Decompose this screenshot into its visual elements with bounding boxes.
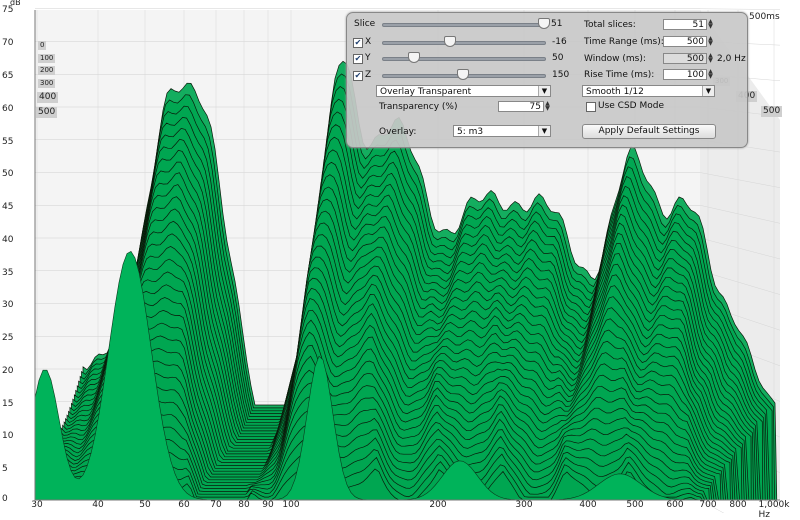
rise-time-label: Rise Time (ms): (584, 70, 655, 80)
y-tick: 30 (2, 300, 14, 310)
time-range-spinner[interactable]: ▲ ▼ (707, 36, 714, 47)
x-label: X (365, 37, 372, 47)
rise-time-spinner[interactable]: ▲ ▼ (707, 69, 714, 80)
z-label: Z (365, 70, 372, 80)
time-label: 200 (38, 66, 56, 75)
x-tick: 400 (579, 500, 597, 510)
window-spinner[interactable]: ▲ ▼ (707, 53, 714, 64)
slice-label: Slice (354, 19, 376, 29)
y-value: 50 (552, 53, 564, 63)
x-tick: 50 (139, 500, 151, 510)
slice-value: 51 (551, 19, 563, 29)
y-tick: 70 (2, 38, 14, 48)
y-tick: 45 (2, 202, 14, 212)
x-tick: 800 (729, 500, 747, 510)
y-label: Y (365, 53, 371, 63)
y-tick: 5 (2, 464, 8, 474)
waterfall-controls-panel: Slice 51 ✔ X -16 ✔ Y 50 ✔ Z 150 Overlay … (346, 12, 748, 148)
time-label: 500ms (749, 12, 780, 22)
y-tick: 50 (2, 169, 14, 179)
apply-default-settings-button[interactable]: Apply Default Settings (582, 124, 716, 139)
overlay-label: Overlay: (379, 127, 417, 137)
waterfall-view: dB 75 70 65 60 55 50 45 40 35 30 25 20 1… (0, 0, 800, 520)
x-tick: 700 (699, 500, 717, 510)
window-hz-readout: 2,0 Hz (717, 54, 746, 64)
x-slider-thumb[interactable] (444, 36, 456, 47)
y-tick: 40 (2, 235, 14, 245)
y-tick: 25 (2, 333, 14, 343)
y-tick: 15 (2, 399, 14, 409)
y-slider-thumb[interactable] (408, 52, 420, 63)
window-label: Window (ms): (584, 54, 646, 64)
x-tick: 600 (666, 500, 684, 510)
grid-line (699, 8, 781, 10)
rise-time-input[interactable]: 100 (663, 69, 707, 80)
total-slices-input[interactable]: 51 (663, 19, 707, 30)
z-value: 150 (552, 70, 570, 80)
smooth-select[interactable]: Smooth 1/12 ▼ (582, 85, 715, 97)
time-range-label: Time Range (ms): (584, 37, 664, 47)
slice-slider-thumb[interactable] (538, 18, 550, 29)
mode-select[interactable]: Overlay Transparent ▼ (376, 85, 551, 97)
slice-slider-track[interactable] (382, 23, 546, 27)
chevron-down-icon: ▼ (702, 86, 714, 96)
x-tick: 40 (92, 500, 104, 510)
time-label: 100 (38, 54, 56, 63)
total-slices-spinner[interactable]: ▲ ▼ (707, 19, 714, 30)
transparency-label: Transparency (%) (379, 102, 458, 112)
chevron-down-icon: ▼ (538, 86, 550, 96)
x-checkbox[interactable]: ✔ (353, 38, 363, 48)
transparency-input[interactable]: 75 (498, 101, 544, 112)
time-label: 0 (38, 41, 47, 50)
chevron-down-icon: ▼ (538, 126, 550, 136)
x-tick: 60 (178, 500, 190, 510)
y-tick: 0 (2, 494, 8, 504)
time-label: 500 (761, 106, 783, 117)
z-checkbox[interactable]: ✔ (353, 71, 363, 81)
overlay-select-value: 5: m3 (457, 127, 484, 137)
csd-mode-label: Use CSD Mode (598, 101, 664, 111)
mode-select-value: Overlay Transparent (380, 87, 472, 97)
time-label: 300 (38, 79, 56, 88)
time-label: 500 (36, 107, 58, 118)
y-tick: 10 (2, 431, 14, 441)
y-slider-track[interactable] (382, 57, 546, 61)
z-slider-thumb[interactable] (457, 69, 469, 80)
window-input[interactable]: 500 (663, 53, 707, 64)
time-label: 400 (37, 92, 59, 103)
smooth-select-value: Smooth 1/12 (586, 87, 644, 97)
y-tick: 35 (2, 268, 14, 278)
y-tick: 65 (2, 71, 14, 81)
y-tick: 20 (2, 366, 14, 376)
time-range-input[interactable]: 500 (663, 36, 707, 47)
x-value: -16 (552, 37, 567, 47)
x-slider-track[interactable] (382, 41, 546, 45)
csd-mode-checkbox[interactable] (586, 102, 596, 112)
x-tick: 90 (262, 500, 274, 510)
x-tick: 500 (626, 500, 644, 510)
x-tick: 30 (31, 500, 43, 510)
x-tick: 300 (515, 500, 533, 510)
x-tick: 70 (210, 500, 222, 510)
transparency-spinner[interactable]: ▲ ▼ (544, 101, 551, 112)
overlay-select[interactable]: 5: m3 ▼ (453, 125, 551, 137)
x-tick: 200 (429, 500, 447, 510)
x-tick: 80 (238, 500, 250, 510)
y-checkbox[interactable]: ✔ (353, 54, 363, 64)
x-tick: 100 (282, 500, 300, 510)
x-tick: 1,000k Hz (758, 500, 790, 520)
total-slices-label: Total slices: (584, 20, 636, 30)
y-tick: 60 (2, 104, 14, 114)
y-tick: 75 (2, 5, 14, 15)
y-tick: 55 (2, 137, 14, 147)
